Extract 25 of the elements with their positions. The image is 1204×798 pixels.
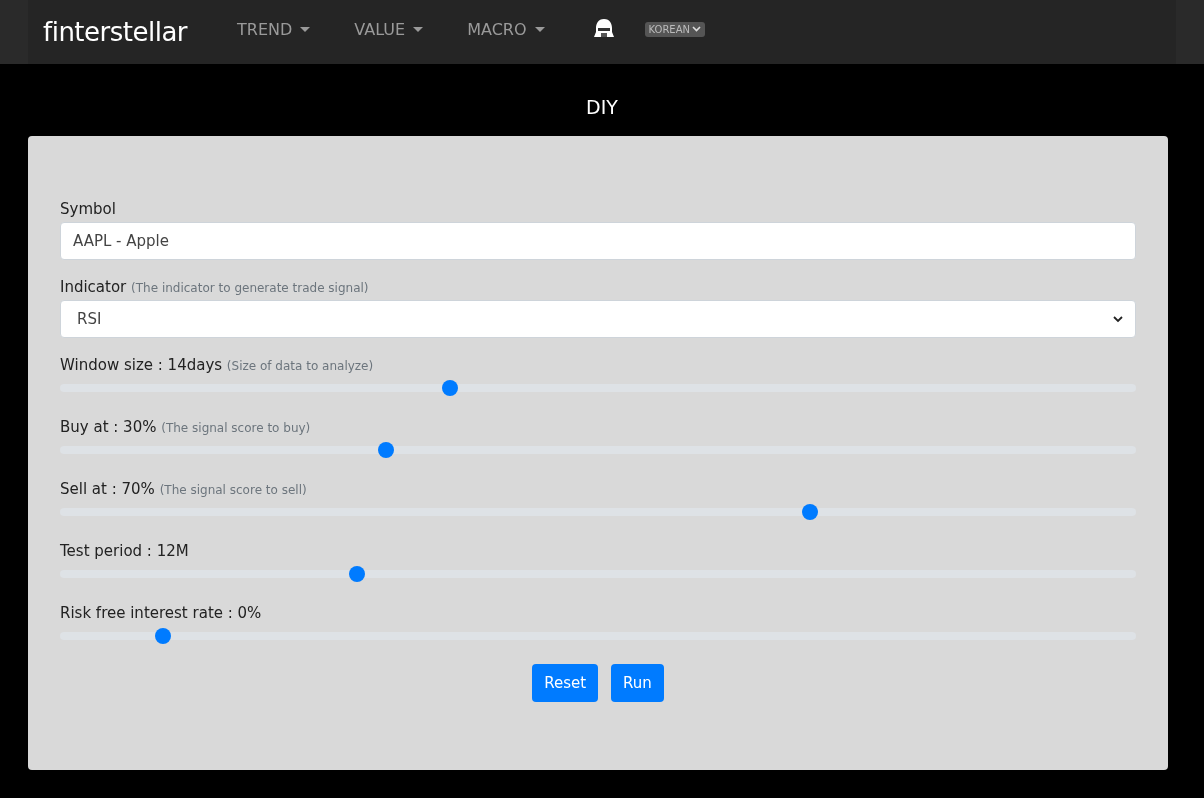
field-label: Indicator (The indicator to generate trade signal) — [60, 278, 370, 296]
helmet-icon[interactable] — [592, 18, 615, 40]
symbol-input[interactable]: AAPL - Apple — [60, 222, 1136, 260]
slider-thumb[interactable] — [802, 504, 818, 520]
chevron-down-icon — [1113, 315, 1123, 323]
nav-menu[interactable]: MACRO — [467, 19, 545, 45]
action-button[interactable]: Reset — [532, 664, 599, 702]
brand-logo[interactable]: finterstellar — [43, 17, 188, 47]
slider-label: Risk free interest rate : 0% — [60, 604, 263, 622]
indicator-select[interactable]: RSI — [60, 300, 1136, 338]
slider-thumb[interactable] — [349, 566, 366, 582]
language-select[interactable]: KOREAN — [644, 21, 705, 37]
slider-thumb[interactable] — [378, 442, 394, 458]
page-title: DIY — [585, 95, 619, 120]
slider-thumb[interactable] — [441, 380, 458, 396]
slider-thumb[interactable] — [155, 628, 172, 644]
nav-menu[interactable]: VALUE — [354, 19, 424, 45]
slider-label: Window size : 14days (Size of data to analyze) — [60, 356, 375, 374]
chevron-down-icon — [692, 26, 701, 32]
field-label: Symbol — [60, 200, 117, 218]
slider-label: Test period : 12M — [60, 542, 190, 560]
slider-label: Sell at : 70% (The signal score to sell) — [60, 480, 308, 498]
action-button[interactable]: Run — [611, 664, 664, 702]
slider-label: Buy at : 30% (The signal score to buy) — [60, 418, 312, 436]
nav-menu[interactable]: TREND — [237, 19, 311, 45]
